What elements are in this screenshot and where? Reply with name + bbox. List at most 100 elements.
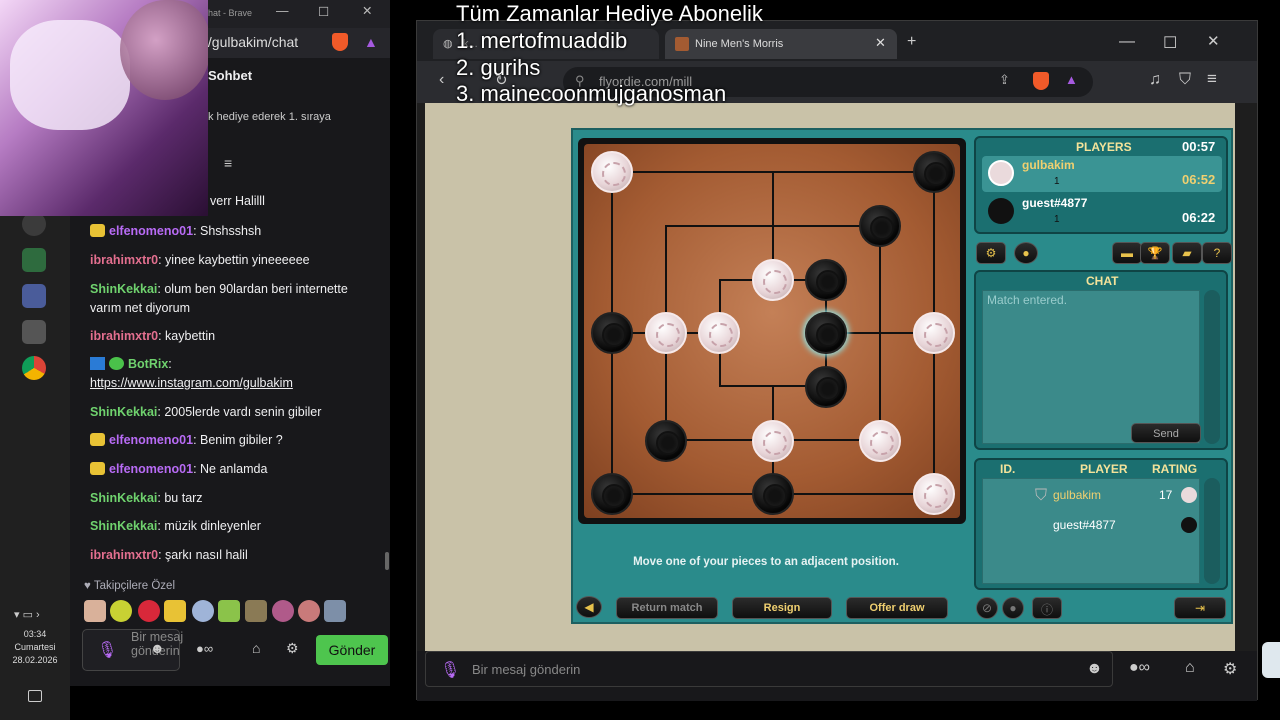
maximize-icon[interactable]: ☐	[1163, 33, 1177, 53]
player-list-scrollbar[interactable]	[1204, 478, 1220, 584]
game-send-button[interactable]: Send	[1131, 423, 1201, 443]
minimize-icon[interactable]: —	[276, 4, 289, 18]
points-icon[interactable]: ●∞	[196, 641, 213, 656]
close-icon[interactable]: ✕	[362, 3, 372, 18]
tab-nine-mens-morris[interactable]: Nine Men's Morris ✕	[665, 29, 897, 59]
block-icon[interactable]: ⊘	[976, 597, 998, 619]
app-icon[interactable]	[22, 248, 46, 272]
chat-username[interactable]: ShinKekkai	[90, 405, 157, 419]
gear-icon[interactable]: ⚙	[1223, 659, 1237, 679]
notification-icon[interactable]	[28, 690, 42, 702]
brave-shield-icon[interactable]	[1033, 72, 1049, 90]
info-icon[interactable]: ⓘ	[1032, 597, 1062, 619]
chat-username[interactable]: ibrahimxtr0	[90, 253, 158, 267]
table-row[interactable]: ⛉ gulbakim 17	[983, 485, 1201, 509]
white-piece[interactable]	[859, 420, 901, 462]
player1-name[interactable]: gulbakim	[1022, 158, 1075, 172]
chat-input[interactable]: 🎙 Bir mesaj gönderin	[82, 629, 183, 671]
white-piece[interactable]	[913, 312, 955, 354]
gear-icon[interactable]: ⚙	[286, 640, 299, 657]
share-icon[interactable]: ⇪	[999, 72, 1010, 88]
chat-username[interactable]: elfenomeno01	[109, 433, 193, 447]
chat-toggle-icon[interactable]: ▰	[1172, 242, 1202, 264]
chat-username[interactable]: elfenomeno01	[109, 462, 193, 476]
scrollbar[interactable]	[385, 552, 389, 570]
black-piece[interactable]	[752, 473, 794, 515]
black-piece[interactable]	[805, 366, 847, 408]
back-icon[interactable]: ‹	[439, 71, 444, 89]
filter-icon[interactable]: ≡	[224, 155, 232, 171]
app-icon[interactable]	[22, 284, 46, 308]
black-piece[interactable]	[859, 205, 901, 247]
maximize-icon[interactable]: ☐	[318, 4, 329, 19]
brave-shield-icon[interactable]	[332, 33, 348, 51]
help-icon[interactable]: ?	[1202, 242, 1232, 264]
shop-icon[interactable]: ▬	[1112, 242, 1142, 264]
new-tab-icon[interactable]: +	[907, 33, 916, 51]
chat-username[interactable]: ShinKekkai	[90, 282, 157, 296]
emote[interactable]	[192, 600, 214, 622]
white-piece[interactable]	[752, 420, 794, 462]
white-piece[interactable]	[698, 312, 740, 354]
black-piece[interactable]	[913, 151, 955, 193]
emote[interactable]	[138, 600, 160, 622]
chat-username[interactable]: ShinKekkai	[90, 491, 157, 505]
sound-icon[interactable]: ◀	[576, 596, 602, 618]
return-match-button[interactable]: Return match	[616, 597, 718, 619]
offer-draw-button[interactable]: Offer draw	[846, 597, 948, 619]
white-piece[interactable]	[913, 473, 955, 515]
points-icon[interactable]: ●∞	[1129, 659, 1150, 677]
chat-username[interactable]: ShinKekkai	[90, 519, 157, 533]
emoji-icon[interactable]: ☻	[150, 640, 165, 656]
emote[interactable]	[245, 600, 267, 622]
settings-icon[interactable]: ⚙	[976, 242, 1006, 264]
resign-button[interactable]: Resign	[732, 597, 832, 619]
mill-board[interactable]	[578, 138, 966, 524]
white-piece[interactable]	[752, 259, 794, 301]
trophy-icon[interactable]: 🏆	[1140, 242, 1170, 264]
black-piece[interactable]	[645, 420, 687, 462]
chrome-icon[interactable]	[22, 356, 46, 380]
white-piece[interactable]	[645, 312, 687, 354]
side-widget-icon[interactable]	[1262, 642, 1280, 678]
black-piece[interactable]	[591, 312, 633, 354]
close-icon[interactable]: ✕	[1207, 32, 1220, 50]
black-piece[interactable]	[591, 473, 633, 515]
exit-icon[interactable]: ⇥	[1174, 597, 1226, 619]
app-icon[interactable]	[22, 320, 46, 344]
bottom-chat-input[interactable]: 🎙 Bir mesaj gönderin ☻	[425, 651, 1113, 687]
game-chat-scrollbar[interactable]	[1204, 290, 1220, 444]
emote[interactable]	[164, 600, 186, 622]
emote[interactable]	[298, 600, 320, 622]
black-piece[interactable]	[805, 259, 847, 301]
player2-name[interactable]: guest#4877	[1022, 196, 1087, 210]
chat-link[interactable]: https://www.instagram.com/gulbakim	[90, 376, 293, 390]
mic-icon[interactable]: 🎙	[97, 640, 117, 660]
tab-close-icon[interactable]: ✕	[875, 35, 886, 51]
table-row[interactable]: guest#4877	[983, 515, 1201, 539]
emote[interactable]	[218, 600, 240, 622]
mic-icon[interactable]: 🎙	[440, 660, 460, 680]
menu-icon[interactable]: ≡	[1207, 69, 1217, 89]
store-icon[interactable]: ⌂	[252, 640, 260, 656]
emoji-icon[interactable]: ☻	[1086, 660, 1103, 678]
store-icon[interactable]: ⌂	[1185, 659, 1195, 677]
send-button[interactable]: Gönder	[316, 635, 388, 665]
system-clock[interactable]: 03:34 Cumartesi 28.02.2026	[0, 628, 70, 667]
chat-username[interactable]: elfenomeno01	[109, 224, 193, 238]
minimize-icon[interactable]: —	[1119, 33, 1135, 51]
coin-icon[interactable]: ●	[1014, 242, 1038, 264]
vpn-icon[interactable]: ⛉	[1179, 71, 1191, 89]
chat-username[interactable]: ibrahimxtr0	[90, 329, 158, 343]
emote[interactable]	[110, 600, 132, 622]
music-icon[interactable]: ♫	[1149, 71, 1161, 89]
brave-rewards-icon[interactable]: ▲	[364, 34, 378, 50]
emote[interactable]	[324, 600, 346, 622]
black-piece-selected[interactable]	[805, 312, 847, 354]
emote[interactable]	[272, 600, 294, 622]
brave-rewards-icon[interactable]: ▲	[1065, 72, 1078, 87]
profile-icon[interactable]: ●	[1002, 597, 1024, 619]
board-surface[interactable]	[584, 144, 960, 518]
tray-icons[interactable]: ▾ ▭ ›	[14, 608, 40, 621]
chat-username[interactable]: BotRix	[128, 357, 168, 371]
